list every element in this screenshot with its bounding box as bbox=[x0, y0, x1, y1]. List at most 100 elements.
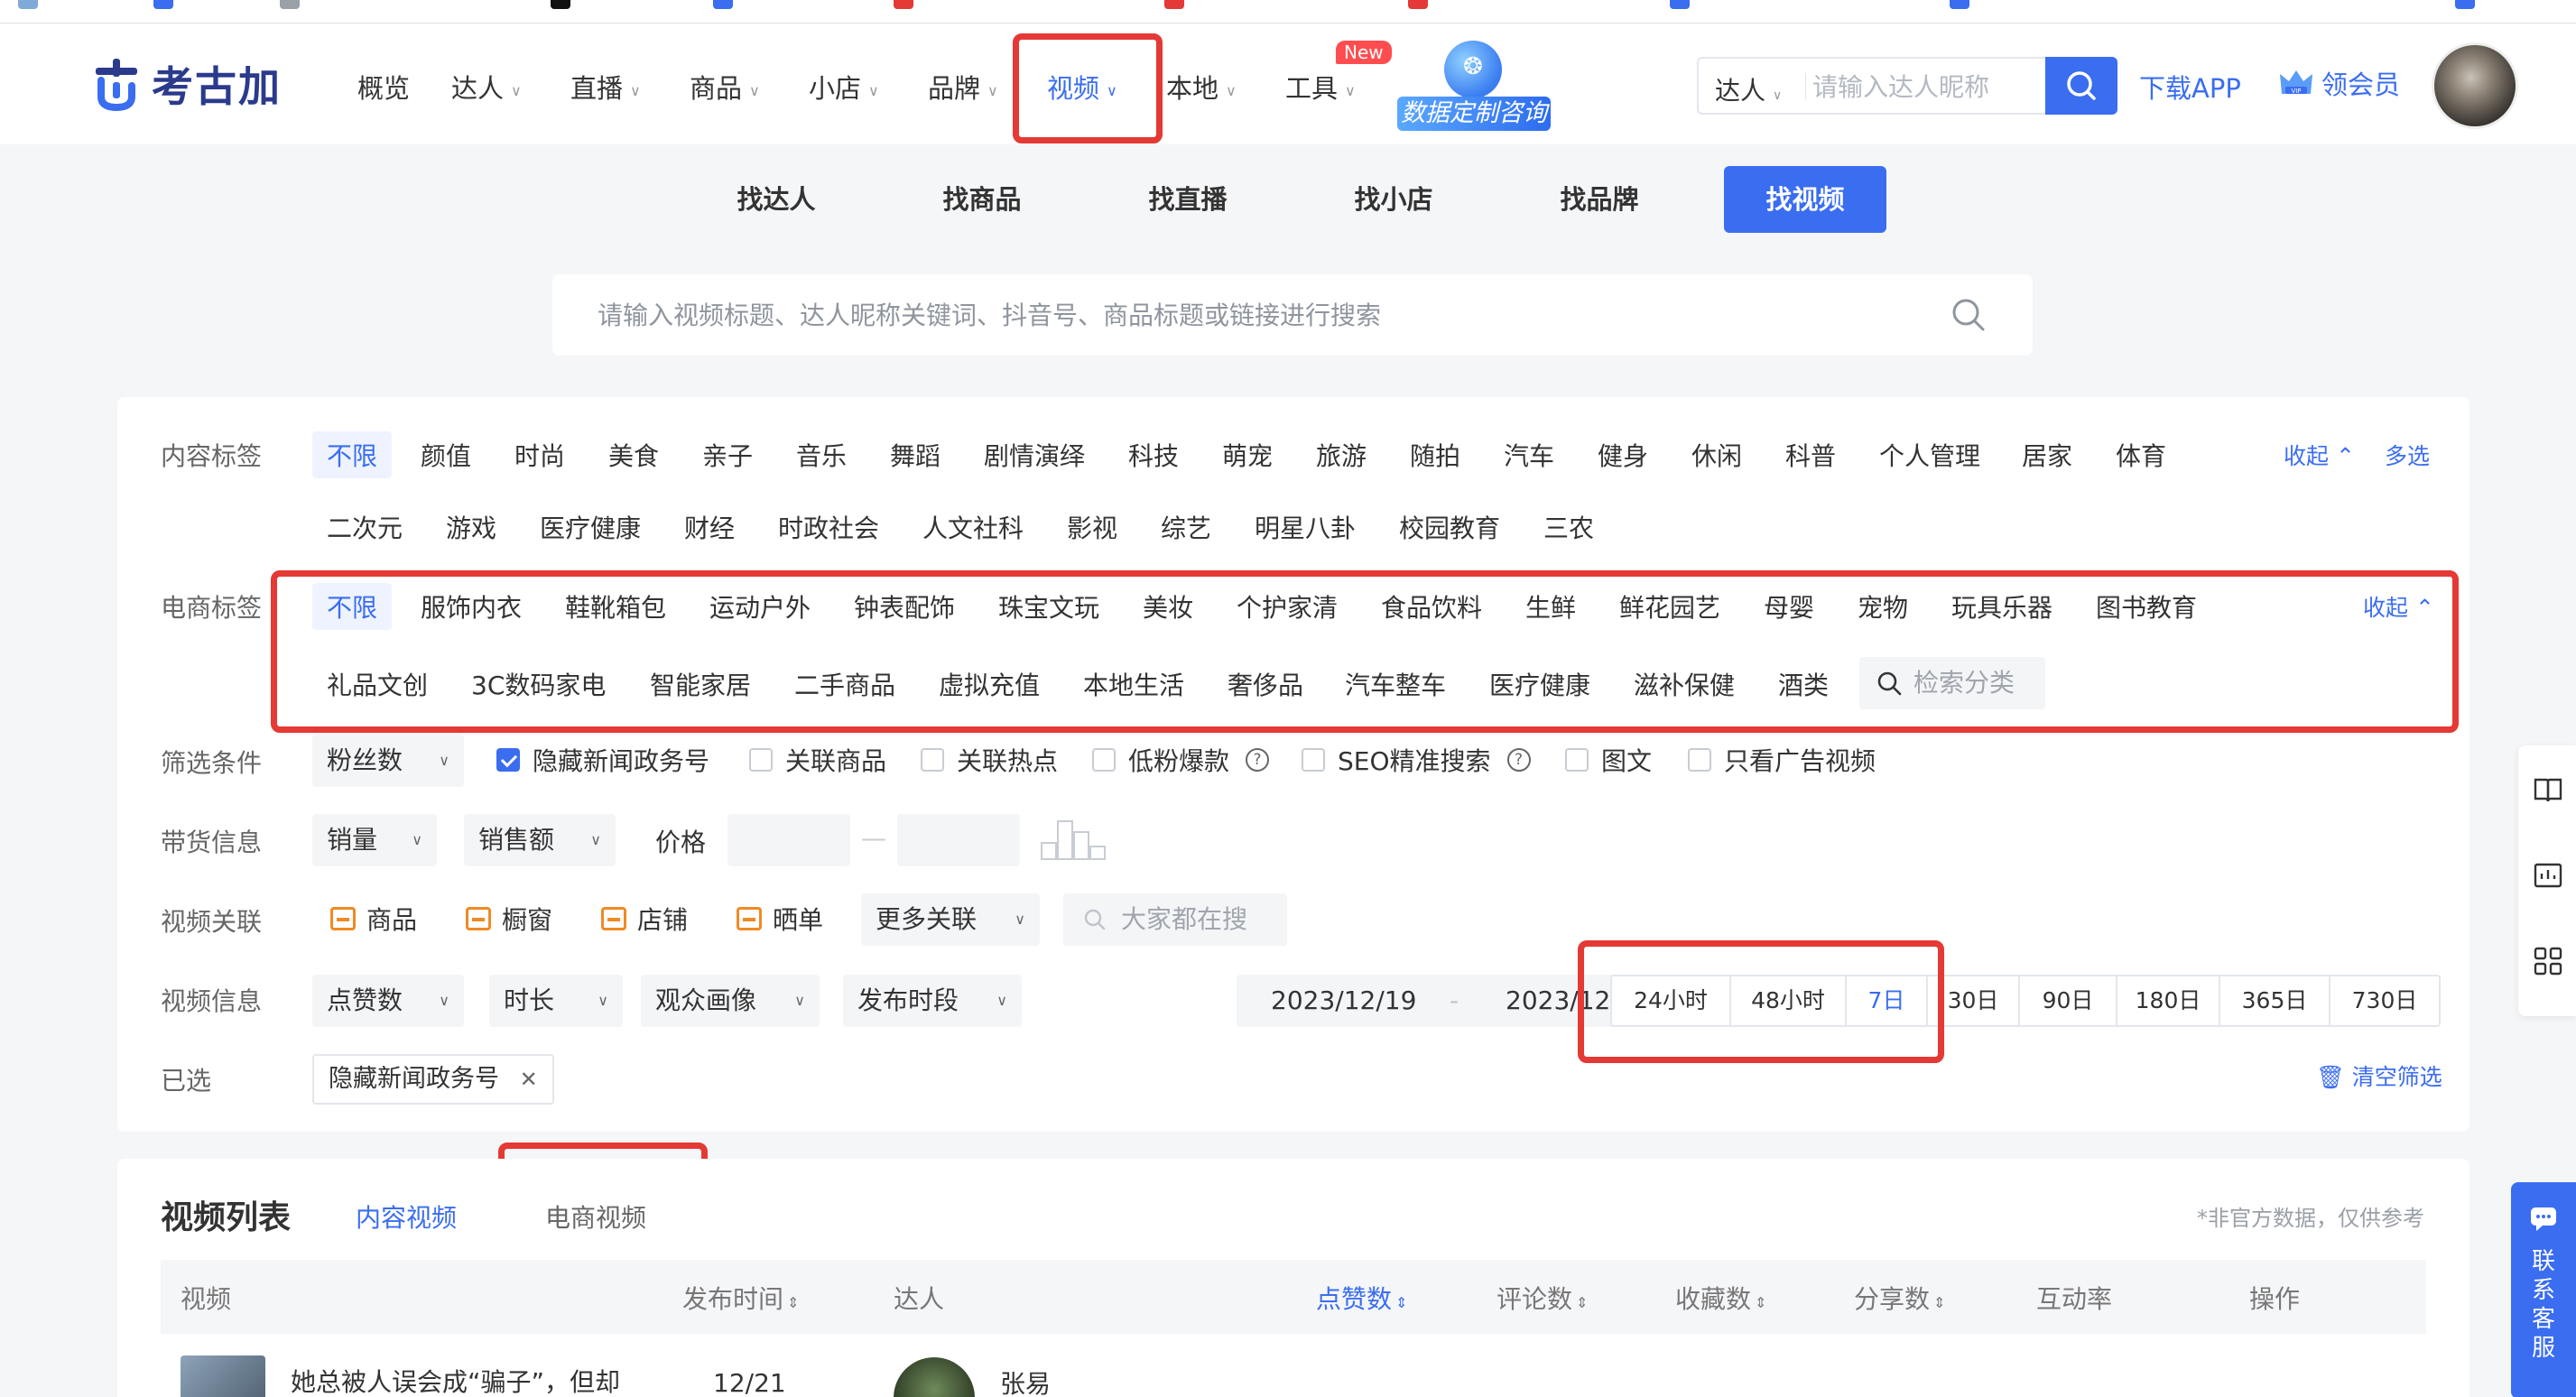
ecom-tag[interactable]: 本地生活 bbox=[1083, 666, 1184, 702]
help-icon[interactable]: ? bbox=[1506, 748, 1531, 772]
tab-content-videos[interactable]: 内容视频 bbox=[356, 1198, 457, 1235]
checkbox-linked-products[interactable]: 关联商品 bbox=[749, 742, 886, 778]
tab-find-live[interactable]: 找直播 bbox=[1107, 166, 1269, 233]
ecom-tag[interactable]: 二手商品 bbox=[794, 666, 895, 702]
content-tag[interactable]: 旅游 bbox=[1316, 437, 1367, 473]
ecom-tag[interactable]: 美妆 bbox=[1143, 588, 1193, 624]
bookmark-item[interactable] bbox=[1408, 0, 1437, 10]
content-tag[interactable]: 科技 bbox=[1128, 437, 1179, 473]
content-tag[interactable]: 时政社会 bbox=[778, 509, 879, 545]
content-tag[interactable]: 舞蹈 bbox=[890, 437, 941, 473]
bookmark-item[interactable] bbox=[153, 0, 182, 10]
checkbox-low-fan-hit[interactable]: 低粉爆款? bbox=[1092, 742, 1270, 778]
ecom-tag[interactable]: 滋补保健 bbox=[1634, 666, 1735, 702]
tab-ecom-videos[interactable]: 电商视频 bbox=[545, 1198, 646, 1235]
nav-item-overview[interactable]: 概览 bbox=[357, 68, 410, 106]
ecom-tag[interactable]: 运动户外 bbox=[709, 588, 811, 624]
content-tag[interactable]: 随拍 bbox=[1410, 437, 1460, 473]
book-icon[interactable] bbox=[2533, 774, 2563, 805]
clear-filters-link[interactable]: 🗑 清空筛选 bbox=[2316, 1059, 2442, 1092]
ecom-tag[interactable]: 不限 bbox=[312, 583, 393, 630]
tab-find-shops[interactable]: 找小店 bbox=[1312, 166, 1475, 233]
content-tag[interactable]: 校园教育 bbox=[1399, 509, 1500, 545]
ecom-tag[interactable]: 生鲜 bbox=[1525, 588, 1576, 624]
ecom-tag[interactable]: 个护家清 bbox=[1237, 588, 1338, 624]
ecom-tag[interactable]: 医疗健康 bbox=[1489, 666, 1590, 702]
content-tag[interactable]: 时尚 bbox=[514, 437, 565, 473]
ecom-tag[interactable]: 3C数码家电 bbox=[471, 666, 606, 702]
creator-search-input[interactable] bbox=[1812, 60, 2083, 113]
nav-item-creators[interactable]: 达人 ∨ bbox=[451, 68, 522, 106]
content-tag[interactable]: 颜值 bbox=[421, 437, 471, 473]
content-tag[interactable]: 游戏 bbox=[446, 509, 496, 545]
nav-item-tools[interactable]: 工具 ∨ bbox=[1285, 68, 1356, 106]
ecom-tag[interactable]: 宠物 bbox=[1858, 588, 1908, 624]
nav-item-shops[interactable]: 小店 ∨ bbox=[809, 68, 879, 106]
range-30d-button[interactable]: 30日 bbox=[1926, 975, 2020, 1027]
content-tags-multi-select[interactable]: 多选 bbox=[2385, 439, 2430, 471]
content-tag[interactable]: 财经 bbox=[684, 509, 735, 545]
content-tag[interactable]: 综艺 bbox=[1161, 509, 1211, 545]
price-distribution-icon[interactable] bbox=[1040, 816, 1112, 861]
grid-icon[interactable] bbox=[2533, 946, 2563, 976]
nav-item-products[interactable]: 商品 ∨ bbox=[690, 68, 760, 106]
audience-dropdown[interactable]: 观众画像 ∨ bbox=[641, 975, 820, 1027]
content-tags-collapse[interactable]: 收起 ⌃ bbox=[2284, 439, 2355, 471]
creator-name[interactable]: 张易 bbox=[1000, 1365, 1051, 1397]
close-icon[interactable]: ✕ bbox=[520, 1067, 538, 1092]
range-90d-button[interactable]: 90日 bbox=[2018, 975, 2117, 1027]
sales-dropdown[interactable]: 销量 ∨ bbox=[312, 814, 437, 866]
bookmark-item[interactable] bbox=[2455, 0, 2484, 10]
range-730d-button[interactable]: 730日 bbox=[2329, 975, 2441, 1027]
col-comments[interactable]: 评论数 ⇕ bbox=[1496, 1280, 1588, 1316]
nav-item-videos[interactable]: 视频 ∨ bbox=[1047, 68, 1117, 106]
content-tag[interactable]: 明星八卦 bbox=[1255, 509, 1356, 545]
header-search-button[interactable] bbox=[2045, 57, 2117, 115]
rel-item-review[interactable]: 晒单 bbox=[737, 901, 823, 937]
data-consult-button[interactable]: ❂ 数据定制咨询 bbox=[1397, 37, 1551, 136]
bookmark-item[interactable] bbox=[1164, 0, 1193, 10]
content-tag[interactable]: 汽车 bbox=[1504, 437, 1554, 473]
creator-avatar[interactable] bbox=[894, 1357, 975, 1397]
content-tag[interactable]: 健身 bbox=[1598, 437, 1648, 473]
fans-dropdown[interactable]: 粉丝数 ∨ bbox=[312, 735, 464, 787]
tab-find-videos[interactable]: 找视频 bbox=[1724, 166, 1886, 233]
ecom-tag[interactable]: 图书教育 bbox=[2096, 588, 2197, 624]
bookmark-item[interactable] bbox=[894, 0, 922, 10]
rel-item-products[interactable]: 商品 bbox=[330, 901, 417, 937]
bookmark-item[interactable] bbox=[551, 0, 579, 10]
ecom-tags-collapse[interactable]: 收起 ⌃ bbox=[2363, 590, 2434, 623]
bookmark-item[interactable] bbox=[713, 0, 742, 10]
checkbox-ads-only[interactable]: 只看广告视频 bbox=[1688, 742, 1876, 778]
range-24h-button[interactable]: 24小时 bbox=[1610, 975, 1731, 1027]
content-tag[interactable]: 三农 bbox=[1543, 509, 1594, 545]
content-tag[interactable]: 居家 bbox=[2022, 437, 2072, 473]
nav-item-live[interactable]: 直播 ∨ bbox=[570, 68, 641, 106]
content-tag[interactable]: 不限 bbox=[312, 431, 393, 478]
checkbox-image-text[interactable]: 图文 bbox=[1565, 742, 1652, 778]
tab-find-products[interactable]: 找商品 bbox=[901, 166, 1063, 233]
col-likes[interactable]: 点赞数 ⇕ bbox=[1316, 1280, 1407, 1316]
publish-period-dropdown[interactable]: 发布时段 ∨ bbox=[843, 975, 1022, 1027]
ecom-tag[interactable]: 礼品文创 bbox=[327, 666, 428, 702]
content-tag[interactable]: 音乐 bbox=[796, 437, 847, 473]
checkbox-linked-hot[interactable]: 关联热点 bbox=[921, 742, 1058, 778]
search-type-dropdown[interactable]: 达人 ∨ bbox=[1715, 71, 1782, 107]
video-search-input[interactable] bbox=[598, 287, 1906, 343]
content-tag[interactable]: 科普 bbox=[1785, 437, 1836, 473]
site-logo[interactable]: 考古加 bbox=[90, 55, 282, 113]
range-180d-button[interactable]: 180日 bbox=[2116, 975, 2220, 1027]
vip-button[interactable]: VIP 领会员 bbox=[2278, 64, 2400, 102]
ecom-tag[interactable]: 珠宝文玩 bbox=[998, 588, 1099, 624]
bookmark-item[interactable] bbox=[280, 0, 309, 10]
ecom-tag[interactable]: 服饰内衣 bbox=[421, 588, 522, 624]
video-title[interactable]: 她总被人误会成“骗子”，但却 bbox=[291, 1363, 620, 1397]
col-shares[interactable]: 分享数 ⇕ bbox=[1854, 1280, 1945, 1316]
ecom-tag[interactable]: 玩具乐器 bbox=[1951, 588, 2052, 624]
ecom-tag[interactable]: 奢侈品 bbox=[1228, 666, 1303, 702]
tab-find-brands[interactable]: 找品牌 bbox=[1518, 166, 1681, 233]
range-365d-button[interactable]: 365日 bbox=[2219, 975, 2330, 1027]
ecom-tag[interactable]: 钟表配饰 bbox=[854, 588, 955, 624]
ecom-category-search[interactable]: 检索分类 bbox=[1859, 657, 2045, 709]
content-tag[interactable]: 亲子 bbox=[702, 437, 753, 473]
